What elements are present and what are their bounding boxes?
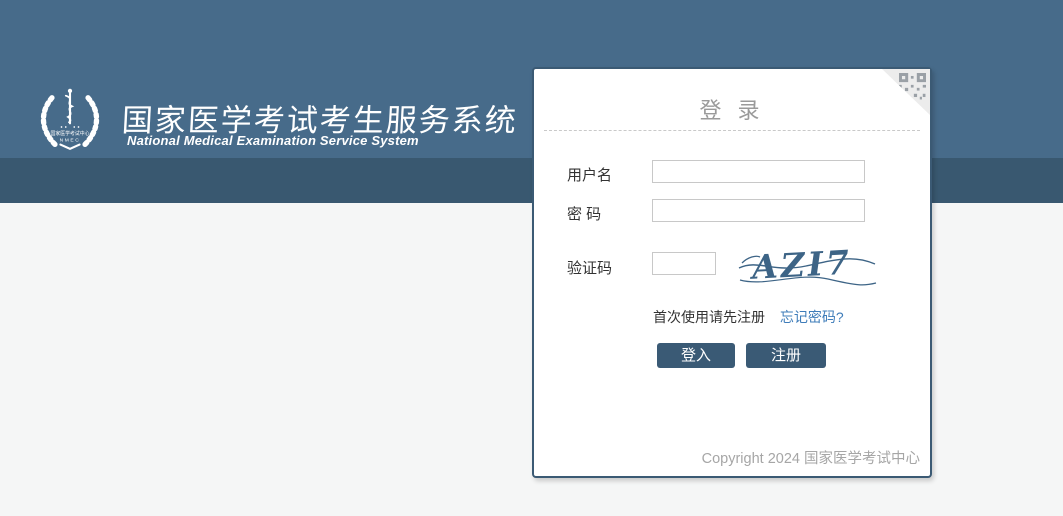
forgot-password-link[interactable]: 忘记密码? (780, 309, 844, 325)
app-subtitle: National Medical Examination Service Sys… (127, 133, 419, 148)
captcha-label: 验证码 (567, 257, 612, 278)
captcha-image[interactable]: AZI7 (736, 239, 878, 291)
login-card: 登 录 用户名 密 码 验证码 AZI7 首次使用请先注册 忘记密码? 登入 注… (532, 67, 932, 478)
links-row: 首次使用请先注册 忘记密码? (653, 307, 844, 327)
svg-text:NMEC: NMEC (60, 137, 81, 143)
copyright-text: Copyright 2024 国家医学考试中心 (702, 447, 920, 468)
username-label: 用户名 (567, 164, 612, 185)
password-label: 密 码 (567, 203, 601, 224)
captcha-input[interactable] (652, 252, 716, 275)
register-button[interactable]: 注册 (746, 343, 826, 368)
svg-text:国家医学考试中心: 国家医学考试中心 (51, 130, 90, 137)
captcha-text: AZI7 (748, 243, 853, 287)
login-card-title: 登 录 (534, 93, 930, 125)
password-input[interactable] (652, 199, 865, 222)
login-button[interactable]: 登入 (657, 343, 735, 368)
dashed-separator (544, 130, 920, 131)
nmec-emblem-icon: 国家医学考试中心 NMEC (36, 84, 104, 152)
username-input[interactable] (652, 160, 865, 183)
register-hint-link[interactable]: 首次使用请先注册 (653, 309, 765, 325)
